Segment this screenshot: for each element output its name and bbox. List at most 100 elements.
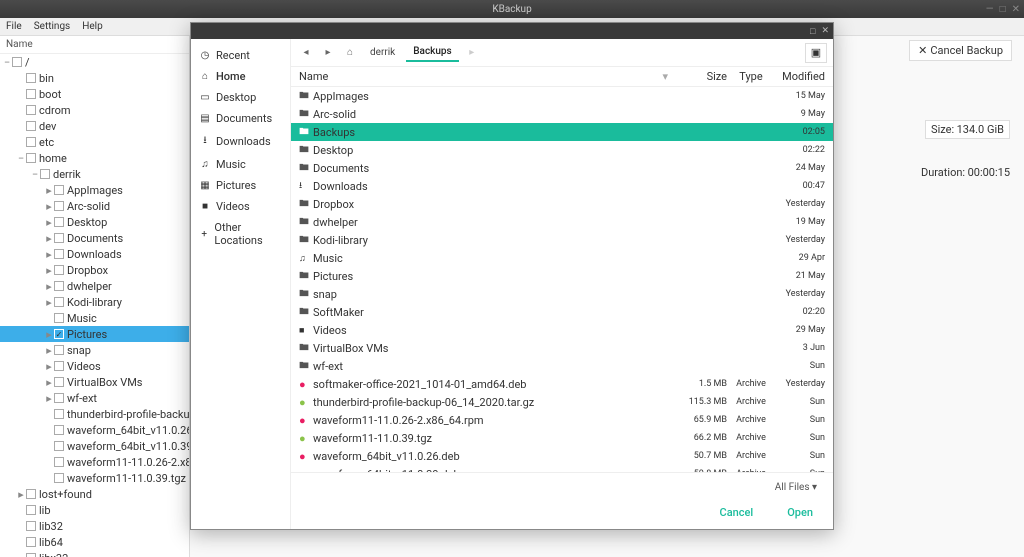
- size-info: Size: 134.0 GiB: [925, 120, 1010, 139]
- tree-root[interactable]: −/: [0, 54, 189, 70]
- file-filter-dropdown[interactable]: All Files ▾: [771, 479, 821, 496]
- file-icon: [299, 342, 313, 355]
- file-row[interactable]: Desktop02:22: [291, 141, 833, 159]
- file-row[interactable]: ■Videos29 May: [291, 321, 833, 339]
- close-icon[interactable]: ✕: [1012, 4, 1020, 15]
- file-icon: [299, 198, 313, 211]
- tree-item-dev[interactable]: dev: [0, 118, 189, 134]
- dialog-open-button[interactable]: Open: [779, 502, 821, 523]
- dialog-restore-icon[interactable]: □: [810, 26, 815, 37]
- file-row[interactable]: ⭳Downloads00:47: [291, 177, 833, 195]
- minimize-icon[interactable]: —: [986, 4, 994, 15]
- tree-item-lib64[interactable]: lib64: [0, 534, 189, 550]
- place-pictures[interactable]: ▦Pictures: [191, 175, 290, 196]
- file-row[interactable]: ●waveform_64bit_v11.0.26.deb50.7 MBArchi…: [291, 447, 833, 465]
- file-row[interactable]: VirtualBox VMs3 Jun: [291, 339, 833, 357]
- file-row[interactable]: SoftMaker02:20: [291, 303, 833, 321]
- tree-header-name[interactable]: Name: [0, 36, 189, 54]
- home-icon[interactable]: ⌂: [341, 44, 359, 62]
- place-music[interactable]: ♫Music: [191, 154, 290, 175]
- tree-item-lost-found[interactable]: ▸lost+found: [0, 486, 189, 502]
- crumb-derrik[interactable]: derrik: [363, 44, 402, 61]
- file-row[interactable]: ♫Music29 Apr: [291, 249, 833, 267]
- sort-indicator-icon: ▾: [662, 70, 668, 83]
- tree-item-wf-ext[interactable]: ▸wf-ext: [0, 390, 189, 406]
- tree-item-cdrom[interactable]: cdrom: [0, 102, 189, 118]
- place-recent[interactable]: ◷Recent: [191, 45, 290, 66]
- tree-item-lib32[interactable]: lib32: [0, 518, 189, 534]
- cancel-backup-button[interactable]: ✕ Cancel Backup: [909, 40, 1012, 61]
- place-home[interactable]: ⌂Home: [191, 66, 290, 87]
- dialog-close-icon[interactable]: ✕: [821, 26, 829, 36]
- file-icon: ●: [299, 414, 313, 427]
- place-desktop[interactable]: ▭Desktop: [191, 87, 290, 108]
- file-icon: [299, 108, 313, 121]
- tree-item-arc-solid[interactable]: ▸Arc-solid: [0, 198, 189, 214]
- crumb-backups[interactable]: Backups: [406, 43, 458, 62]
- menu-help[interactable]: Help: [82, 21, 102, 32]
- tree-item-waveform-64bit-v11-0-39-deb[interactable]: waveform_64bit_v11.0.39.deb: [0, 438, 189, 454]
- file-row[interactable]: Pictures21 May: [291, 267, 833, 285]
- place-documents[interactable]: ▤Documents: [191, 108, 290, 129]
- tree-item-dwhelper[interactable]: ▸dwhelper: [0, 278, 189, 294]
- tree-item-appimages[interactable]: ▸AppImages: [0, 182, 189, 198]
- tree-item-waveform11-11-0-39-tgz[interactable]: waveform11-11.0.39.tgz: [0, 470, 189, 486]
- file-row[interactable]: ●thunderbird-profile-backup-06_14_2020.t…: [291, 393, 833, 411]
- tree-item-waveform11-11-0-26-2-x86-64-rpm[interactable]: waveform11-11.0.26-2.x86_64.rpm: [0, 454, 189, 470]
- tree-item-home[interactable]: −home: [0, 150, 189, 166]
- tree-item-etc[interactable]: etc: [0, 134, 189, 150]
- new-folder-button[interactable]: ▣: [805, 43, 827, 63]
- tree-item-music[interactable]: Music: [0, 310, 189, 326]
- file-row[interactable]: AppImages15 May: [291, 87, 833, 105]
- file-row[interactable]: snapYesterday: [291, 285, 833, 303]
- place-downloads[interactable]: ⭳Downloads: [191, 129, 290, 154]
- file-row[interactable]: Arc-solid9 May: [291, 105, 833, 123]
- maximize-icon[interactable]: □: [1000, 4, 1006, 15]
- tree-item-virtualbox-vms[interactable]: ▸VirtualBox VMs: [0, 374, 189, 390]
- file-icon: ⭳: [299, 178, 313, 194]
- file-icon: [299, 144, 313, 157]
- nav-forward-icon[interactable]: ▸: [319, 44, 337, 62]
- file-row[interactable]: dwhelper19 May: [291, 213, 833, 231]
- home-icon: ⌂: [199, 71, 211, 82]
- file-row[interactable]: ●waveform11-11.0.26-2.x86_64.rpm65.9 MBA…: [291, 411, 833, 429]
- downloads-icon: ⭳: [199, 133, 211, 150]
- tree-item-thunderbird-profile-backup-06-14-2020-t[interactable]: thunderbird-profile-backup-06_14_2020.t: [0, 406, 189, 422]
- tree-item-videos[interactable]: ▸Videos: [0, 358, 189, 374]
- file-row[interactable]: DropboxYesterday: [291, 195, 833, 213]
- col-size[interactable]: Size: [672, 70, 727, 83]
- nav-back-icon[interactable]: ◂: [297, 44, 315, 62]
- path-bar: ◂ ▸ ⌂ derrik Backups ▸ ▣: [291, 39, 833, 67]
- file-list: AppImages15 MayArc-solid9 MayBackups02:0…: [291, 87, 833, 472]
- menu-file[interactable]: File: [6, 21, 22, 32]
- tree-item-boot[interactable]: boot: [0, 86, 189, 102]
- col-name[interactable]: Name: [299, 70, 662, 83]
- tree-item-derrik[interactable]: −derrik: [0, 166, 189, 182]
- tree-item-bin[interactable]: bin: [0, 70, 189, 86]
- dialog-cancel-button[interactable]: Cancel: [712, 502, 762, 523]
- file-row[interactable]: wf-extSun: [291, 357, 833, 375]
- file-row[interactable]: Backups02:05: [291, 123, 833, 141]
- file-row[interactable]: Documents24 May: [291, 159, 833, 177]
- file-row[interactable]: Kodi-libraryYesterday: [291, 231, 833, 249]
- tree-item-kodi-library[interactable]: ▸Kodi-library: [0, 294, 189, 310]
- file-row[interactable]: ●waveform11-11.0.39.tgz66.2 MBArchiveSun: [291, 429, 833, 447]
- tree-item-waveform-64bit-v11-0-26-deb[interactable]: waveform_64bit_v11.0.26.deb: [0, 422, 189, 438]
- tree-item-dropbox[interactable]: ▸Dropbox: [0, 262, 189, 278]
- place-other-locations[interactable]: +Other Locations: [191, 217, 290, 251]
- desktop-icon: ▭: [199, 92, 211, 103]
- tree-item-pictures[interactable]: ▸Pictures: [0, 326, 189, 342]
- tree-item-documents[interactable]: ▸Documents: [0, 230, 189, 246]
- place-videos[interactable]: ■Videos: [191, 196, 290, 217]
- file-row[interactable]: ●softmaker-office-2021_1014-01_amd64.deb…: [291, 375, 833, 393]
- col-modified[interactable]: Modified: [775, 70, 833, 83]
- tree-item-snap[interactable]: ▸snap: [0, 342, 189, 358]
- col-type[interactable]: Type: [727, 70, 775, 83]
- tree-item-downloads[interactable]: ▸Downloads: [0, 246, 189, 262]
- tree-item-lib[interactable]: lib: [0, 502, 189, 518]
- tree-item-desktop[interactable]: ▸Desktop: [0, 214, 189, 230]
- file-row[interactable]: ●waveform_64bit_v11.0.39.deb50.8 MBArchi…: [291, 465, 833, 472]
- menu-settings[interactable]: Settings: [34, 21, 71, 32]
- tree-item-libx32[interactable]: libx32: [0, 550, 189, 557]
- crumb-next-icon[interactable]: ▸: [463, 44, 481, 62]
